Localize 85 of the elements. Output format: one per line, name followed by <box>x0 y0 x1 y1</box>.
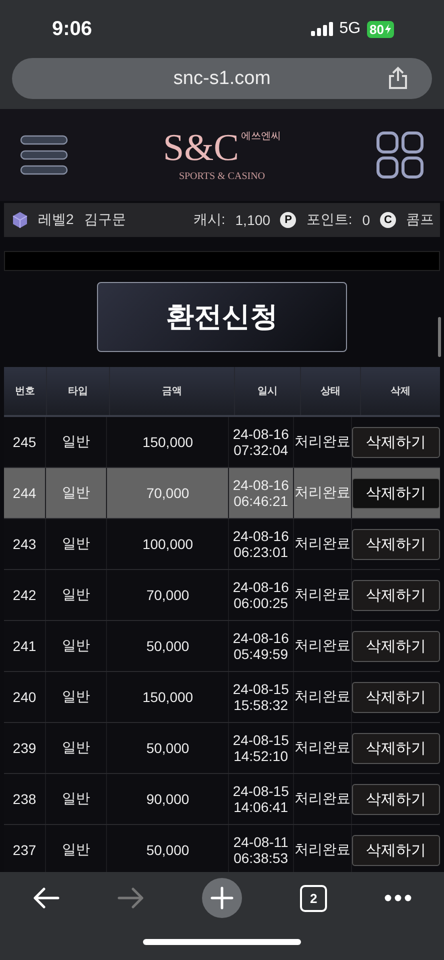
amount-cell: 100,000 <box>107 519 230 569</box>
number-cell: 241 <box>4 621 46 671</box>
number-cell: 244 <box>4 468 46 518</box>
date-text: 24-08-16 <box>232 477 289 493</box>
user-name: 김구문 <box>84 211 126 229</box>
comp-label: 콤프 <box>406 211 434 229</box>
amount-cell: 150,000 <box>107 417 230 467</box>
type-cell: 일반 <box>46 774 108 824</box>
column-header: 번호 <box>4 367 47 415</box>
tab-count-button[interactable]: 2 <box>300 884 328 912</box>
number-cell: 245 <box>4 417 46 467</box>
logo-tagline: SPORTS & CASINO <box>178 170 266 182</box>
time-text: 06:00:25 <box>234 595 288 611</box>
delete-button[interactable]: 삭제하기 <box>352 528 440 560</box>
type-cell: 일반 <box>46 417 108 467</box>
time-text: 06:46:21 <box>234 493 288 509</box>
type-cell: 일반 <box>46 723 108 773</box>
time-text: 14:06:41 <box>234 799 288 815</box>
forward-icon[interactable] <box>116 887 145 909</box>
delete-button[interactable]: 삭제하기 <box>352 478 440 508</box>
share-icon[interactable] <box>388 66 408 90</box>
scrollbar <box>438 317 441 357</box>
exchange-request-button[interactable]: 환전신청 <box>97 282 347 352</box>
date-text: 24-08-16 <box>232 579 289 595</box>
time-text: 06:38:53 <box>234 850 288 866</box>
menu-icon[interactable] <box>20 135 68 175</box>
cash-value: 1,100 <box>235 212 270 228</box>
column-header: 타입 <box>47 367 110 415</box>
column-header: 일시 <box>235 367 301 415</box>
amount-cell: 70,000 <box>107 468 230 518</box>
time-text: 05:49:59 <box>234 646 288 662</box>
number-cell: 242 <box>4 570 46 620</box>
network-label: 5G <box>339 20 361 38</box>
number-cell: 240 <box>4 672 46 722</box>
column-header: 금액 <box>110 367 235 415</box>
delete-button[interactable]: 삭제하기 <box>352 732 440 764</box>
time-text: 06:23:01 <box>234 544 288 560</box>
status-time: 9:06 <box>52 18 92 40</box>
type-cell: 일반 <box>46 672 108 722</box>
type-cell: 일반 <box>46 570 108 620</box>
date-text: 24-08-16 <box>232 426 289 442</box>
user-level: 레벨2 <box>38 211 74 229</box>
more-icon[interactable] <box>384 894 412 902</box>
date-text: 24-08-11 <box>233 834 288 850</box>
points-label: 포인트: <box>306 211 352 229</box>
delete-button[interactable]: 삭제하기 <box>352 580 440 610</box>
amount-cell: 90,000 <box>107 774 230 824</box>
time-text: 15:58:32 <box>234 697 288 713</box>
logo-korean-text: 에쓰엔씨 <box>241 130 282 142</box>
grid-icon[interactable] <box>376 131 424 179</box>
signal-icon <box>311 22 334 36</box>
back-icon[interactable] <box>32 887 60 909</box>
number-cell: 239 <box>4 723 46 773</box>
time-text: 07:32:04 <box>234 442 288 458</box>
logo-mark: S&C <box>162 128 240 166</box>
date-text: 24-08-15 <box>232 732 289 748</box>
battery-indicator: 80 <box>366 20 394 38</box>
point-badge: P <box>280 212 296 228</box>
points-value: 0 <box>362 212 370 228</box>
date-text: 24-08-16 <box>232 630 289 646</box>
amount-cell: 70,000 <box>107 570 230 620</box>
amount-cell: 150,000 <box>107 672 230 722</box>
cube-icon <box>12 211 28 229</box>
delete-button[interactable]: 삭제하기 <box>352 784 440 814</box>
type-cell: 일반 <box>46 519 108 569</box>
type-cell: 일반 <box>46 468 108 518</box>
new-tab-icon[interactable] <box>201 877 244 919</box>
delete-button[interactable]: 삭제하기 <box>352 834 440 866</box>
comp-badge: C <box>380 212 396 228</box>
column-header: 삭제 <box>390 385 412 399</box>
number-cell: 238 <box>4 774 46 824</box>
date-text: 24-08-15 <box>232 783 289 799</box>
cash-label: 캐시: <box>193 211 226 229</box>
amount-cell: 50,000 <box>107 621 230 671</box>
date-text: 24-08-15 <box>232 681 289 697</box>
amount-cell: 50,000 <box>107 723 230 773</box>
delete-button[interactable]: 삭제하기 <box>352 426 440 458</box>
number-cell: 243 <box>4 519 46 569</box>
delete-button[interactable]: 삭제하기 <box>352 682 440 712</box>
column-header: 상태 <box>301 367 361 415</box>
time-text: 14:52:10 <box>234 748 288 764</box>
type-cell: 일반 <box>46 621 108 671</box>
date-text: 24-08-16 <box>232 528 289 544</box>
address-bar[interactable]: snc-s1.com <box>12 58 432 99</box>
delete-button[interactable]: 삭제하기 <box>352 630 440 662</box>
